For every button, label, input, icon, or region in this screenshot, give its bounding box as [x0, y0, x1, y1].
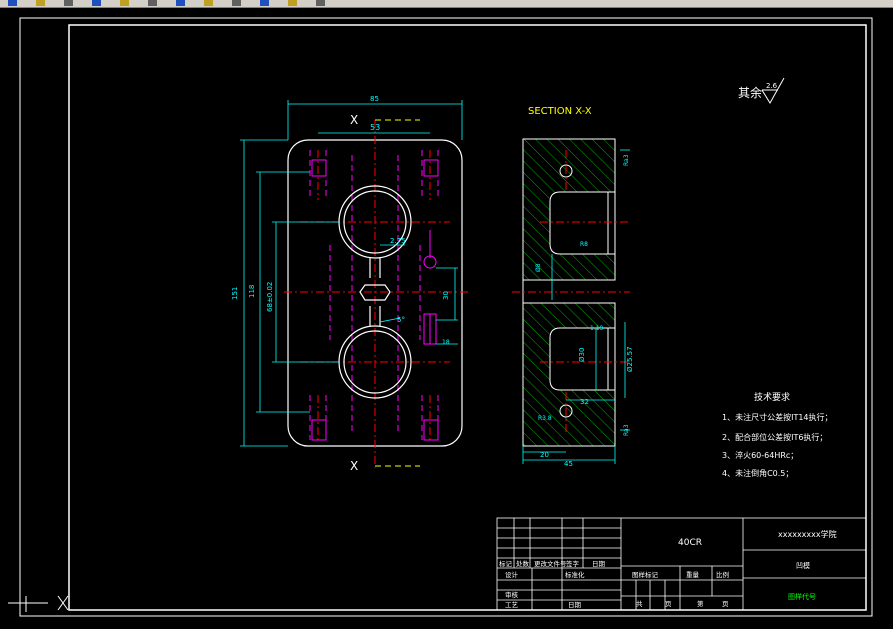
svg-text:标记: 标记 [499, 559, 513, 568]
cut-label-bottom: X [350, 459, 358, 473]
svg-text:20: 20 [540, 451, 549, 459]
svg-text:118: 118 [248, 285, 256, 298]
svg-text:比例: 比例 [716, 570, 729, 579]
open-icon[interactable] [36, 0, 45, 6]
svg-text:处数: 处数 [516, 559, 530, 568]
drawing-frame [19, 17, 873, 617]
svg-text:4、未注倒角C0.5；: 4、未注倒角C0.5； [722, 468, 793, 478]
svg-text:审核: 审核 [505, 590, 519, 599]
svg-text:68±0.02: 68±0.02 [266, 282, 274, 312]
svg-text:Ø25.57: Ø25.57 [626, 346, 634, 372]
svg-text:页: 页 [722, 600, 729, 608]
cut-icon[interactable] [120, 0, 129, 6]
svg-text:2.6: 2.6 [766, 82, 778, 90]
svg-text:工艺: 工艺 [505, 601, 519, 609]
svg-text:5°: 5° [397, 316, 405, 324]
roughness-symbol: 其余 2.6 [738, 77, 785, 104]
svg-text:30: 30 [442, 291, 450, 300]
svg-text:40CR: 40CR [678, 538, 702, 548]
svg-text:Ra3: Ra3 [623, 424, 630, 436]
layer-icon[interactable] [316, 0, 325, 6]
svg-text:85: 85 [370, 95, 379, 103]
svg-text:18: 18 [442, 339, 450, 346]
properties-icon[interactable] [288, 0, 297, 6]
save-icon[interactable] [64, 0, 73, 6]
plan-view: X X 85 53 151 118 68±0.02 2.75 30 5° 18 [231, 95, 468, 473]
svg-text:Ø30: Ø30 [578, 348, 586, 362]
svg-text:第: 第 [697, 599, 704, 608]
section-title: SECTION X-X [528, 106, 592, 117]
svg-text:3、淬火60-64HRc；: 3、淬火60-64HRc； [722, 450, 798, 460]
ucs-icon [8, 595, 69, 612]
new-icon[interactable] [8, 0, 17, 6]
svg-text:更改文件号: 更改文件号 [534, 559, 567, 568]
svg-text:凹模: 凹模 [796, 561, 810, 570]
redo-icon[interactable] [232, 0, 241, 6]
svg-text:图样代号: 图样代号 [788, 592, 816, 601]
svg-text:32: 32 [580, 398, 589, 406]
svg-text:重量: 重量 [686, 571, 700, 579]
svg-text:日期: 日期 [568, 601, 582, 609]
section-view: SECTION X-X 45 20 32 Ø30 Ø25.57 1.19 Ø8 … [512, 106, 634, 468]
svg-text:页: 页 [665, 600, 672, 608]
svg-text:标准化: 标准化 [565, 570, 585, 579]
svg-text:R8: R8 [580, 241, 588, 248]
drawing-canvas[interactable]: 其余 2.6 X X 85 53 151 118 68±0.02 2.75 30… [0, 8, 893, 629]
svg-text:图样标记: 图样标记 [632, 570, 659, 579]
svg-text:151: 151 [231, 287, 239, 300]
title-block-text: 40CR xxxxxxxxx学院 凹模 图样代号 标记 处数 更改文件号 签字 … [499, 529, 837, 609]
svg-text:1、未注尺寸公差按IT14执行；: 1、未注尺寸公差按IT14执行； [722, 412, 833, 422]
svg-text:技术要求: 技术要求 [754, 391, 790, 403]
svg-text:1.19: 1.19 [590, 325, 604, 332]
svg-text:Ra3: Ra3 [623, 154, 630, 166]
copy-icon[interactable] [148, 0, 157, 6]
paste-icon[interactable] [176, 0, 185, 6]
svg-text:设计: 设计 [505, 570, 519, 579]
svg-text:签字: 签字 [566, 559, 580, 568]
svg-text:45: 45 [564, 460, 573, 468]
print-icon[interactable] [92, 0, 101, 6]
toolbar [0, 0, 893, 8]
svg-text:R3.8: R3.8 [538, 415, 552, 422]
svg-text:共: 共 [636, 599, 643, 608]
svg-text:2.75: 2.75 [390, 237, 406, 245]
tech-requirements: 技术要求 1、未注尺寸公差按IT14执行； 2、配合部位公差按IT6执行； 3、… [722, 391, 833, 478]
cut-label-top: X [350, 113, 358, 127]
svg-text:其余: 其余 [738, 85, 762, 100]
zoom-icon[interactable] [260, 0, 269, 6]
svg-text:Ø8: Ø8 [535, 263, 542, 272]
svg-text:日期: 日期 [592, 560, 606, 568]
svg-text:53: 53 [370, 123, 380, 132]
svg-text:xxxxxxxxx学院: xxxxxxxxx学院 [778, 529, 837, 539]
undo-icon[interactable] [204, 0, 213, 6]
svg-text:2、配合部位公差按IT6执行；: 2、配合部位公差按IT6执行； [722, 432, 827, 442]
